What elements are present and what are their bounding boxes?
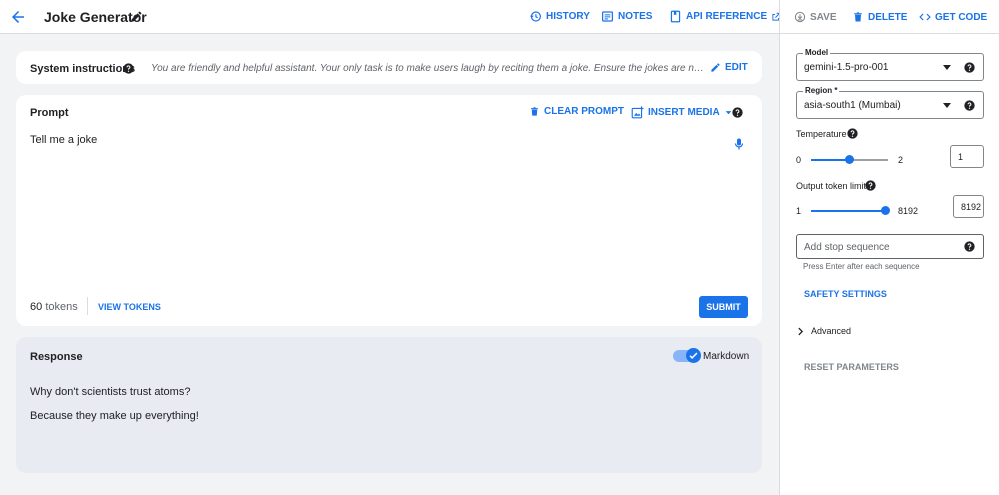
- history-button[interactable]: HISTORY: [529, 10, 590, 23]
- system-instructions-label: System instructions: [30, 63, 135, 75]
- action-bar: SAVE DELETE GET CODE: [780, 0, 999, 34]
- api-reference-label: API REFERENCE: [686, 11, 768, 22]
- region-help-icon[interactable]: [964, 100, 975, 111]
- delete-label: DELETE: [868, 11, 908, 23]
- model-dropdown-caret-icon: [943, 65, 951, 70]
- notes-label: NOTES: [618, 11, 653, 22]
- prompt-help-icon[interactable]: [732, 107, 743, 118]
- output-token-slider[interactable]: [811, 206, 890, 215]
- temperature-min: 0: [796, 155, 802, 165]
- api-reference-button[interactable]: API REFERENCE: [669, 10, 781, 23]
- insert-media-label: INSERT MEDIA: [648, 107, 720, 118]
- back-arrow-icon[interactable]: [10, 9, 26, 25]
- edit-label: EDIT: [725, 62, 748, 73]
- output-token-limit-label: Output token limit: [796, 181, 867, 191]
- reset-parameters-button[interactable]: RESET PARAMETERS: [804, 362, 899, 372]
- token-count: 60 tokens: [30, 301, 78, 313]
- notes-icon: [601, 10, 614, 23]
- insert-image-icon: [631, 106, 644, 119]
- output-token-help-icon[interactable]: [865, 180, 876, 191]
- response-line: Why don't scientists trust atoms?: [30, 386, 191, 398]
- system-instructions-help-icon[interactable]: [123, 63, 134, 74]
- delete-button[interactable]: DELETE: [852, 11, 907, 23]
- response-title: Response: [30, 351, 83, 363]
- output-token-slider-fill: [811, 210, 885, 212]
- model-help-icon[interactable]: [964, 62, 975, 73]
- system-instructions-title: System instructions: [30, 63, 136, 75]
- temperature-slider[interactable]: [811, 155, 888, 164]
- submit-button[interactable]: SUBMIT: [699, 296, 748, 318]
- output-token-slider-thumb[interactable]: [880, 206, 890, 215]
- divider: [87, 297, 88, 315]
- save-button[interactable]: SAVE: [794, 11, 837, 23]
- get-code-label: GET CODE: [935, 11, 988, 23]
- trash-icon: [852, 11, 864, 23]
- output-token-max: 8192: [898, 206, 919, 216]
- temperature-label: Temperature: [796, 129, 847, 139]
- output-token-input[interactable]: 8192: [953, 195, 984, 218]
- edit-system-instructions-button[interactable]: EDIT: [710, 62, 748, 73]
- advanced-toggle[interactable]: Advanced: [796, 326, 851, 336]
- temperature-help-icon[interactable]: [847, 128, 858, 139]
- region-select[interactable]: Region * asia-south1 (Mumbai): [796, 86, 984, 119]
- code-icon: [919, 11, 931, 23]
- token-count-suffix: tokens: [45, 301, 78, 313]
- markdown-toggle-knob: [686, 348, 701, 363]
- prompt-title: Prompt: [30, 107, 69, 119]
- pencil-icon: [710, 62, 721, 73]
- model-value: gemini-1.5-pro-001: [804, 62, 889, 73]
- history-label: HISTORY: [546, 11, 590, 22]
- stop-sequence-help-icon[interactable]: [964, 241, 975, 252]
- system-instructions-text: You are friendly and helpful assistant. …: [151, 63, 706, 74]
- model-label: Model: [803, 48, 831, 57]
- token-count-value: 60: [30, 301, 43, 313]
- temperature-slider-fill: [811, 159, 850, 161]
- temperature-input[interactable]: 1: [950, 145, 984, 168]
- response-line: Because they make up everything!: [30, 410, 199, 422]
- clear-prompt-button[interactable]: CLEAR PROMPT: [529, 106, 624, 117]
- prompt-textarea[interactable]: Tell me a joke: [30, 134, 97, 146]
- prompt-card: Prompt CLEAR PROMPT INSERT MEDIA Tell me…: [16, 95, 762, 326]
- stop-sequence-hint: Press Enter after each sequence: [803, 262, 920, 271]
- stop-sequence-placeholder: Add stop sequence: [804, 242, 890, 253]
- view-tokens-link[interactable]: VIEW TOKENS: [98, 302, 161, 312]
- region-label: Region *: [803, 86, 840, 95]
- save-icon: [794, 11, 806, 23]
- markdown-label: Markdown: [703, 351, 750, 362]
- safety-settings-link[interactable]: SAFETY SETTINGS: [804, 289, 887, 299]
- notes-button[interactable]: NOTES: [601, 10, 652, 23]
- chevron-right-icon: [796, 327, 805, 336]
- output-token-min: 1: [796, 206, 802, 216]
- top-header: Joke Generator HISTORY NOTES API REFEREN…: [0, 0, 781, 34]
- save-label: SAVE: [810, 11, 837, 23]
- stop-sequence-input[interactable]: Add stop sequence: [796, 234, 984, 259]
- temperature-slider-thumb[interactable]: [845, 155, 854, 164]
- region-dropdown-caret-icon: [943, 103, 951, 108]
- markdown-toggle[interactable]: [673, 348, 701, 363]
- region-value: asia-south1 (Mumbai): [804, 100, 901, 111]
- temperature-max: 2: [898, 155, 904, 165]
- system-instructions-card[interactable]: System instructions You are friendly and…: [16, 51, 762, 84]
- insert-media-button[interactable]: INSERT MEDIA: [631, 106, 733, 119]
- check-icon: [686, 350, 701, 361]
- get-code-button[interactable]: GET CODE: [919, 11, 987, 23]
- history-icon: [529, 10, 542, 23]
- parameters-panel: SAVE DELETE GET CODE Model gemini-1.5-pr…: [779, 0, 999, 495]
- trash-icon: [529, 106, 540, 117]
- response-card: Response Markdown Why don't scientists t…: [16, 337, 762, 473]
- advanced-label: Advanced: [811, 326, 852, 336]
- model-select[interactable]: Model gemini-1.5-pro-001: [796, 48, 984, 81]
- clear-prompt-label: CLEAR PROMPT: [544, 106, 624, 117]
- microphone-icon[interactable]: [734, 138, 744, 150]
- book-icon: [669, 10, 682, 23]
- edit-title-icon[interactable]: [130, 10, 143, 23]
